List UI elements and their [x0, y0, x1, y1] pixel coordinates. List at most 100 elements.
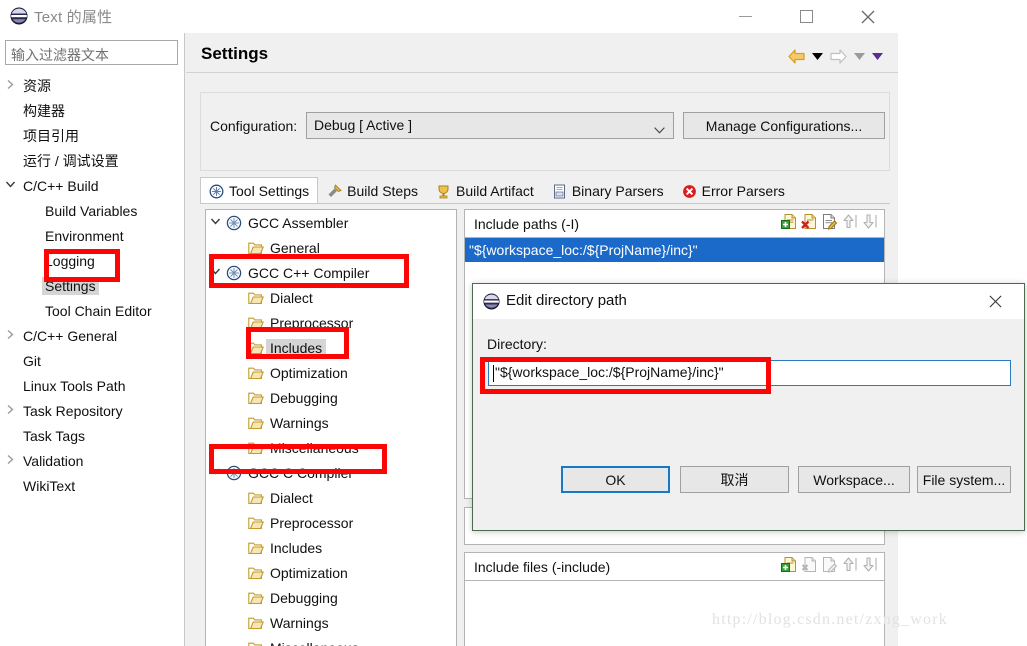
tool-tree-item-label: Miscellaneous — [270, 439, 359, 456]
tool-tree-item-gcc-c++-compiler[interactable]: GCC C++ Compiler — [206, 260, 456, 285]
sidebar-item-tool-chain-editor[interactable]: Tool Chain Editor — [0, 298, 185, 323]
sidebar-item-[interactable]: 项目引用 — [0, 123, 185, 148]
workspace-button[interactable]: Workspace... — [798, 466, 910, 493]
chevron-right-icon[interactable] — [0, 79, 20, 93]
edit-icon[interactable] — [821, 213, 838, 233]
include-paths-header: Include paths (-I) — [465, 210, 884, 238]
forward-menu-chevron-down-icon — [852, 47, 866, 65]
add-icon[interactable] — [781, 556, 798, 576]
include-path-value: "${workspace_loc:/${ProjName}/inc}" — [469, 242, 698, 258]
chevron-down-icon[interactable] — [0, 180, 20, 192]
tool-tree-item-gcc-c-compiler[interactable]: GCC C Compiler — [206, 460, 456, 485]
tab-build-steps[interactable]: Build Steps — [318, 177, 427, 204]
directory-input[interactable]: "${workspace_loc:/${ProjName}/inc}" — [488, 360, 1011, 386]
tool-tree: GCC Assembler General GCC C++ Compiler Dial… — [205, 209, 457, 646]
sidebar-item-wikitext[interactable]: WikiText — [0, 473, 185, 498]
include-paths-title: Include paths (-I) — [474, 215, 580, 232]
chevron-down-icon[interactable] — [206, 467, 224, 479]
tool-icon — [224, 265, 244, 281]
sidebar-item-c-c-general[interactable]: C/C++ General — [0, 323, 185, 348]
chevron-right-icon[interactable] — [0, 404, 20, 418]
tool-tree-item-optimization[interactable]: Optimization — [206, 360, 456, 385]
sidebar-item-[interactable]: 构建器 — [0, 98, 185, 123]
delete-icon[interactable] — [801, 213, 818, 233]
tool-tree-item-label: Dialect — [270, 489, 313, 506]
tool-tree-item-label: Warnings — [270, 414, 329, 431]
sidebar-item-logging[interactable]: Logging — [0, 248, 185, 273]
folder-icon — [246, 291, 266, 305]
tool-tree-item-preprocessor[interactable]: Preprocessor — [206, 310, 456, 335]
tab-tool-settings[interactable]: Tool Settings — [200, 177, 319, 204]
tool-tree-item-dialect[interactable]: Dialect — [206, 285, 456, 310]
tab-error-parsers[interactable]: Error Parsers — [672, 177, 794, 204]
sidebar-item-[interactable]: 运行 / 调试设置 — [0, 148, 185, 173]
configuration-select[interactable]: Debug [ Active ] — [306, 112, 674, 139]
window-titlebar: Text 的属性 — [0, 0, 898, 33]
dialog-title: Edit directory path — [506, 292, 627, 309]
tool-tree-item-debugging[interactable]: Debugging — [206, 585, 456, 610]
sidebar-item-git[interactable]: Git — [0, 348, 185, 373]
folder-icon — [246, 316, 266, 330]
folder-icon — [246, 566, 266, 580]
binary-parsers-icon — [552, 184, 567, 199]
sidebar-item-build-variables[interactable]: Build Variables — [0, 198, 185, 223]
tab-label: Tool Settings — [229, 183, 310, 199]
tool-tree-item-preprocessor[interactable]: Preprocessor — [206, 510, 456, 535]
tool-tree-item-miscellaneous[interactable]: Miscellaneous — [206, 635, 456, 646]
tab-label: Error Parsers — [701, 183, 785, 199]
filter-input[interactable]: 输入过滤器文本 — [5, 40, 178, 65]
chevron-right-icon[interactable] — [0, 454, 20, 468]
view-menu-chevron-down-icon[interactable] — [870, 47, 884, 65]
tool-tree-item-warnings[interactable]: Warnings — [206, 410, 456, 435]
sidebar-item-linux-tools-path[interactable]: Linux Tools Path — [0, 373, 185, 398]
sidebar-item-[interactable]: 资源 — [0, 73, 185, 98]
sidebar-item-task-tags[interactable]: Task Tags — [0, 423, 185, 448]
ok-button[interactable]: OK — [561, 466, 670, 493]
sidebar-item-c-c-build[interactable]: C/C++ Build — [0, 173, 185, 198]
chevron-right-icon[interactable] — [0, 329, 20, 343]
window-maximize-button[interactable] — [783, 0, 829, 33]
directory-input-value: "${workspace_loc:/${ProjName}/inc}" — [495, 364, 724, 380]
include-path-item[interactable]: "${workspace_loc:/${ProjName}/inc}" — [465, 238, 884, 262]
tab-binary-parsers[interactable]: Binary Parsers — [542, 177, 673, 204]
sidebar-item-label: C/C++ Build — [23, 177, 99, 194]
folder-icon — [246, 241, 266, 255]
filter-placeholder: 输入过滤器文本 — [11, 48, 109, 64]
tool-tree-item-debugging[interactable]: Debugging — [206, 385, 456, 410]
sidebar-item-label: Linux Tools Path — [23, 377, 126, 394]
directory-label: Directory: — [487, 336, 547, 352]
manage-configurations-button[interactable]: Manage Configurations... — [683, 112, 885, 139]
folder-icon — [246, 441, 266, 455]
tool-tree-item-gcc-assembler[interactable]: GCC Assembler — [206, 210, 456, 235]
tool-tree-item-optimization[interactable]: Optimization — [206, 560, 456, 585]
folder-icon — [246, 516, 266, 530]
tool-tree-item-label: Debugging — [270, 589, 338, 606]
tool-tree-item-label: Optimization — [270, 364, 348, 381]
sidebar-item-environment[interactable]: Environment — [0, 223, 185, 248]
tab-build-artifact[interactable]: Build Artifact — [427, 177, 543, 204]
tool-tree-item-warnings[interactable]: Warnings — [206, 610, 456, 635]
tool-tree-item-label: Optimization — [270, 564, 348, 581]
tool-settings-icon — [209, 184, 224, 199]
cancel-button[interactable]: 取消 — [680, 466, 789, 493]
tool-tree-item-miscellaneous[interactable]: Miscellaneous — [206, 435, 456, 460]
tool-tree-item-general[interactable]: General — [206, 235, 456, 260]
back-arrow-icon[interactable] — [786, 47, 806, 65]
sidebar-item-settings[interactable]: Settings — [0, 273, 185, 298]
sidebar-item-task-repository[interactable]: Task Repository — [0, 398, 185, 423]
window-close-button[interactable] — [845, 0, 891, 33]
add-icon[interactable] — [781, 213, 798, 233]
dialog-close-button[interactable] — [972, 284, 1018, 319]
folder-icon — [246, 591, 266, 605]
file-system-button[interactable]: File system... — [917, 466, 1011, 493]
sidebar-item-validation[interactable]: Validation — [0, 448, 185, 473]
tool-tree-item-includes[interactable]: Includes — [206, 335, 456, 360]
tool-tree-item-dialect[interactable]: Dialect — [206, 485, 456, 510]
sidebar-item-label: Task Repository — [23, 402, 123, 419]
back-menu-chevron-down-icon[interactable] — [810, 47, 824, 65]
window-minimize-button[interactable] — [722, 0, 768, 33]
tool-tree-item-includes[interactable]: Includes — [206, 535, 456, 560]
tool-tree-item-label: Preprocessor — [270, 514, 354, 531]
chevron-down-icon[interactable] — [206, 217, 224, 229]
chevron-down-icon[interactable] — [206, 267, 224, 279]
